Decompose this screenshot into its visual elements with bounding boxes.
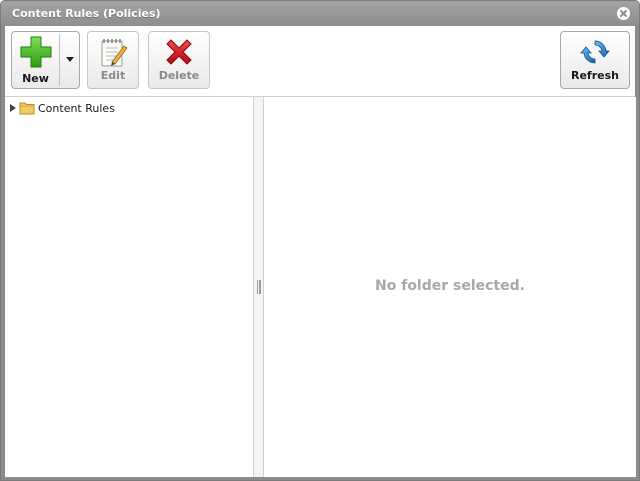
delete-x-icon (166, 39, 192, 65)
tree-item-content-rules[interactable]: Content Rules (10, 100, 115, 116)
new-button[interactable]: New (12, 32, 59, 88)
tree-item-label: Content Rules (38, 101, 115, 115)
empty-state-message: No folder selected. (375, 278, 525, 294)
title-bar[interactable]: Content Rules (Policies) (1, 1, 639, 26)
refresh-button[interactable]: Refresh (560, 31, 630, 89)
delete-button-label: Delete (158, 69, 200, 82)
edit-button-label: Edit (100, 69, 126, 82)
content-pane: No folder selected. (264, 97, 636, 477)
refresh-button-label: Refresh (571, 69, 619, 82)
edit-notepad-icon (101, 39, 128, 67)
content-rules-window: Content Rules (Policies) New Edit Delete… (0, 0, 640, 481)
window-title: Content Rules (Policies) (12, 7, 161, 20)
pane-splitter[interactable] (253, 97, 264, 477)
toolbar: New Edit Delete Refresh (5, 26, 635, 97)
new-dropdown-toggle[interactable] (60, 32, 79, 88)
splitter-grip-icon (257, 280, 261, 294)
edit-button[interactable]: Edit (87, 31, 139, 89)
delete-button[interactable]: Delete (148, 31, 210, 89)
expand-arrow-icon[interactable] (10, 104, 16, 112)
new-button-label: New (22, 72, 49, 85)
plus-icon (20, 36, 51, 68)
folder-tree-pane: Content Rules (5, 97, 253, 477)
close-button[interactable] (617, 7, 630, 20)
refresh-icon (580, 40, 610, 64)
dropdown-arrow-icon (66, 57, 74, 62)
close-icon (620, 10, 627, 17)
new-split-button: New (11, 31, 80, 89)
folder-icon (19, 102, 35, 115)
